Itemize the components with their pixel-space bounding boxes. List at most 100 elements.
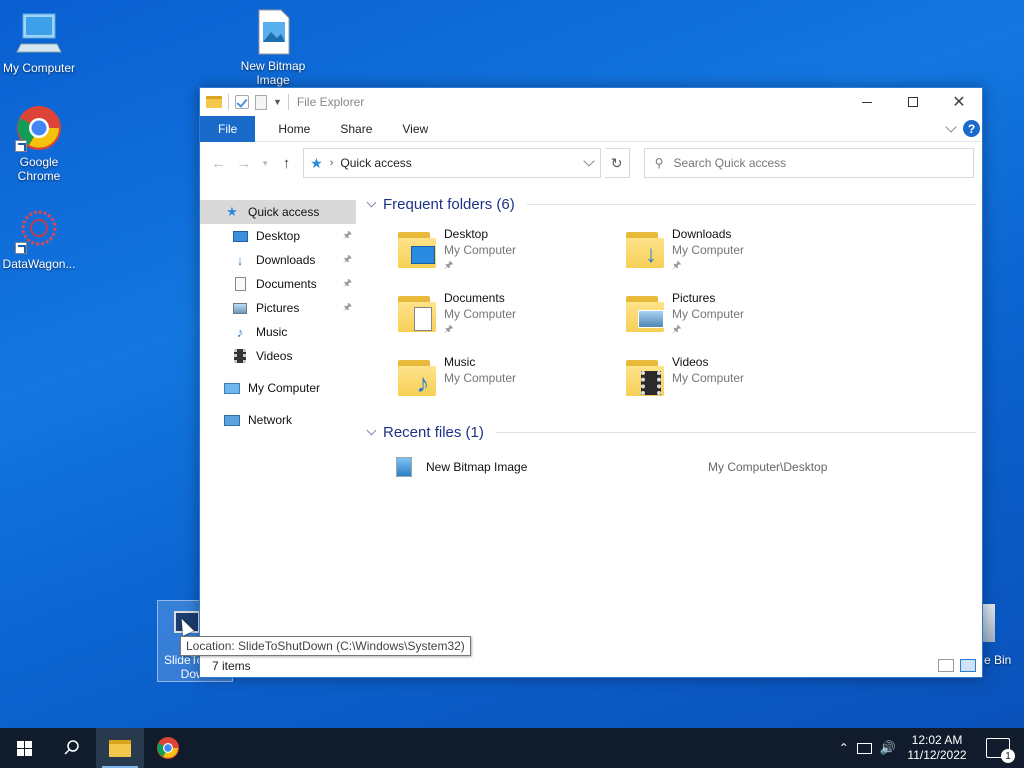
file-explorer-window: ▼ File Explorer ✕ File Home Share View ?… <box>199 87 983 678</box>
chrome-icon <box>157 737 179 759</box>
desktop-icon-label: Google Chrome <box>17 155 61 183</box>
shortcut-arrow-icon <box>15 140 27 152</box>
tab-file[interactable]: File <box>200 115 256 142</box>
downloads-icon: ↓ <box>236 252 244 268</box>
address-bar[interactable]: ★ › Quick access <box>303 148 601 178</box>
bitmap-file-icon <box>396 457 412 477</box>
tab-share[interactable]: Share <box>325 116 387 142</box>
divider <box>526 203 976 205</box>
folder-location: My Computer <box>444 371 517 385</box>
pin-icon[interactable]: 🖈 <box>343 300 352 317</box>
group-heading: Frequent folders (6) <box>383 195 515 213</box>
folder-pictures-icon <box>624 292 666 336</box>
folder-item-music[interactable]: ♪ Music My Computer <box>396 354 624 406</box>
quick-access-star-icon: ★ <box>226 204 238 219</box>
start-button[interactable] <box>0 728 48 768</box>
close-icon: ✕ <box>952 94 966 111</box>
nav-item-music[interactable]: ♪ Music <box>200 320 356 344</box>
documents-icon <box>232 276 248 292</box>
taskbar-file-explorer[interactable] <box>96 728 144 768</box>
taskbar: ⌃ 🔊 12:02 AM 11/12/2022 1 <box>0 728 1024 768</box>
nav-item-pictures[interactable]: Pictures 🖈 <box>200 296 356 320</box>
pin-icon[interactable]: 🖈 <box>343 276 352 293</box>
desktop-icon-new-bitmap[interactable]: New Bitmap Image <box>234 8 312 87</box>
large-icons-view-icon[interactable] <box>960 659 976 672</box>
desktop-icon-my-computer[interactable]: My Computer <box>0 10 78 75</box>
refresh-button[interactable]: ↻ <box>604 148 630 178</box>
folder-item-videos[interactable]: Videos My Computer <box>624 354 852 406</box>
system-tray: ⌃ 🔊 12:02 AM 11/12/2022 1 <box>839 728 1024 768</box>
folder-item-desktop[interactable]: Desktop My Computer 🖈 <box>396 226 624 278</box>
tab-view[interactable]: View <box>387 116 443 142</box>
window-title: File Explorer <box>296 95 365 109</box>
taskbar-chrome[interactable] <box>144 728 192 768</box>
customize-toolbar-icon[interactable]: ▼ <box>273 97 282 107</box>
divider <box>287 94 289 110</box>
pin-icon[interactable]: 🖈 <box>343 252 352 269</box>
datawagon-icon <box>15 206 63 254</box>
back-button[interactable]: ← <box>208 152 229 174</box>
quick-access-toolbar: ▼ <box>206 94 289 110</box>
frequent-folders-group[interactable]: Frequent folders (6) <box>366 194 976 214</box>
folder-documents-icon <box>396 292 438 336</box>
recent-file-row[interactable]: New Bitmap Image My Computer\Desktop <box>396 454 976 480</box>
address-dropdown-button[interactable] <box>578 149 600 177</box>
search-icon <box>64 740 79 755</box>
nav-item-desktop[interactable]: Desktop 🖈 <box>200 224 356 248</box>
minimize-icon <box>862 101 872 103</box>
chevron-down-icon <box>366 425 377 436</box>
search-input[interactable]: ⚲ Search Quick access <box>643 148 974 178</box>
chevron-down-icon: ▼ <box>261 158 270 168</box>
expand-ribbon-icon[interactable] <box>945 120 957 133</box>
action-center-button[interactable]: 1 <box>986 738 1015 763</box>
volume-icon[interactable]: 🔊 <box>880 740 896 756</box>
nav-item-quick-access[interactable]: ★ Quick access <box>200 200 356 224</box>
divider <box>495 431 976 433</box>
close-button[interactable]: ✕ <box>936 88 982 116</box>
desktop-icon-google-chrome[interactable]: Google Chrome <box>0 104 78 183</box>
tab-home[interactable]: Home <box>263 116 325 142</box>
pin-icon[interactable]: 🖈 <box>343 228 352 245</box>
search-button[interactable] <box>48 728 96 768</box>
navigation-bar: ← → ▼ ↑ ★ › Quick access ↻ ⚲ Search Quic… <box>200 142 982 184</box>
folder-location: My Computer <box>444 307 517 321</box>
folder-item-documents[interactable]: Documents My Computer 🖈 <box>396 290 624 342</box>
forward-button[interactable]: → <box>233 152 254 174</box>
folder-videos-icon <box>624 356 666 400</box>
details-view-icon[interactable] <box>938 659 954 672</box>
nav-item-my-computer[interactable]: My Computer <box>200 376 356 400</box>
folder-item-downloads[interactable]: ↓ Downloads My Computer 🖈 <box>624 226 852 278</box>
arrow-up-icon: ↑ <box>282 154 291 172</box>
nav-item-network[interactable]: Network <box>200 408 356 432</box>
help-icon[interactable]: ? <box>963 120 980 137</box>
clock-time: 12:02 AM <box>911 733 963 747</box>
chevron-down-icon <box>366 197 377 208</box>
nav-item-documents[interactable]: Documents 🖈 <box>200 272 356 296</box>
folder-name: Documents <box>444 291 505 305</box>
nav-item-downloads[interactable]: ↓ Downloads 🖈 <box>200 248 356 272</box>
nav-item-videos[interactable]: Videos <box>200 344 356 368</box>
recycle-bin-icon[interactable] <box>983 604 995 642</box>
title-bar[interactable]: ▼ File Explorer ✕ <box>200 88 982 116</box>
arrow-right-icon: → <box>236 154 252 172</box>
folder-downloads-icon: ↓ <box>624 228 666 272</box>
maximize-button[interactable] <box>890 88 936 116</box>
nav-label: Documents <box>256 277 317 291</box>
minimize-button[interactable] <box>844 88 890 116</box>
desktop-icon-label: DataWagon... <box>2 257 76 271</box>
recent-files-group[interactable]: Recent files (1) <box>366 422 976 442</box>
folder-item-pictures[interactable]: Pictures My Computer 🖈 <box>624 290 852 342</box>
breadcrumb-separator-icon: › <box>329 157 334 169</box>
up-button[interactable]: ↑ <box>276 152 297 174</box>
show-hidden-icons-icon[interactable]: ⌃ <box>839 741 849 755</box>
desktop-icon-datawagon[interactable]: DataWagon... <box>0 206 78 271</box>
quick-access-star-icon: ★ <box>310 154 323 171</box>
recent-locations-button[interactable]: ▼ <box>258 152 272 174</box>
network-icon[interactable] <box>856 742 872 754</box>
breadcrumb[interactable]: Quick access <box>340 156 570 170</box>
new-folder-icon[interactable] <box>255 94 267 110</box>
clock[interactable]: 12:02 AM 11/12/2022 <box>904 733 970 763</box>
nav-label: Desktop <box>256 229 301 243</box>
properties-icon[interactable] <box>235 95 249 109</box>
clock-date: 11/12/2022 <box>907 748 967 762</box>
